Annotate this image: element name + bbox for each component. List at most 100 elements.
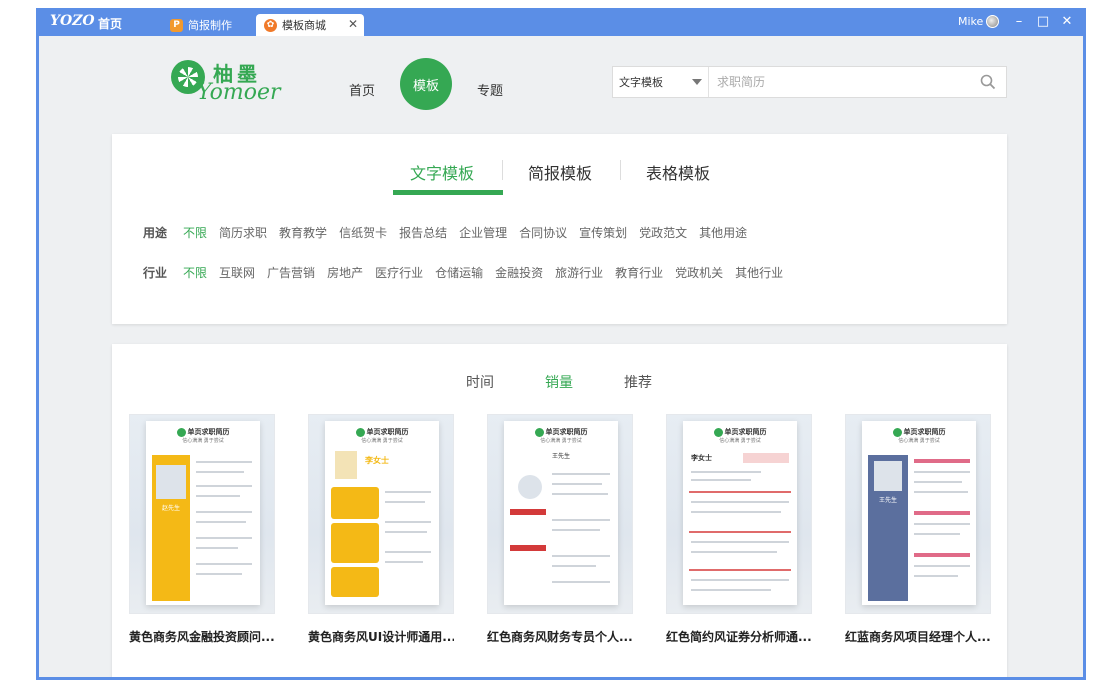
resume-sub: 信心满满 勇于尝试: [361, 438, 403, 444]
content-area: 柚墨 Yomoer 首页 模板 专题 文字模板 文字模板 简报模板: [39, 36, 1083, 677]
home-link[interactable]: 首页: [98, 15, 122, 32]
close-icon[interactable]: ✕: [348, 17, 358, 31]
resume-header: 单页求职简历: [683, 427, 797, 437]
template-title[interactable]: 红蓝商务风项目经理个人...: [845, 628, 991, 645]
usage-option[interactable]: 党政范文: [639, 224, 687, 241]
active-tab-indicator: [393, 190, 503, 195]
user-menu[interactable]: Mike: [958, 15, 1000, 28]
resume-photo: [518, 475, 542, 499]
sort-sales[interactable]: 销量: [545, 372, 573, 392]
usage-option[interactable]: 其他用途: [699, 224, 747, 241]
template-title[interactable]: 黄色商务风UI设计师通用...: [308, 628, 454, 645]
industry-option[interactable]: 互联网: [219, 264, 255, 281]
resume-header: 单页求职简历: [146, 427, 260, 437]
nav-home[interactable]: 首页: [349, 80, 375, 99]
template-title[interactable]: 黄色商务风金融投资顾问...: [129, 628, 275, 645]
tab-text-templates[interactable]: 文字模板: [410, 160, 474, 184]
usage-filter: 用途 不限 简历求职 教育教学 信纸贺卡 报告总结 企业管理 合同协议 宣传策划…: [143, 224, 759, 241]
industry-option[interactable]: 医疗行业: [375, 264, 423, 281]
template-thumbnail[interactable]: 单页求职简历 信心满满 勇于尝试 李女士: [666, 414, 812, 614]
resume-photo: [874, 461, 902, 491]
close-window-button[interactable]: ✕: [1056, 13, 1078, 31]
minimize-button[interactable]: –: [1008, 13, 1030, 31]
resume-name: 王先生: [551, 453, 570, 460]
resume-ribbon: [914, 511, 970, 515]
logo[interactable]: 柚墨 Yomoer: [171, 58, 291, 108]
usage-option[interactable]: 不限: [183, 224, 207, 241]
tab-brief[interactable]: P 简报制作: [162, 14, 252, 36]
template-card[interactable]: 单页求职简历 信心满满 勇于尝试 王先生: [845, 414, 991, 645]
sort-recommended[interactable]: 推荐: [624, 372, 652, 392]
template-card[interactable]: 单页求职简历 信心满满 勇于尝试 王先生: [487, 414, 633, 645]
title-bar: YOZO 首页 P 简报制作 ✿ 模板商城 ✕ Mike – □ ✕: [36, 8, 1086, 36]
usage-option[interactable]: 报告总结: [399, 224, 447, 241]
maximize-button[interactable]: □: [1032, 13, 1054, 31]
yomoer-mini-icon: [176, 427, 186, 437]
template-card[interactable]: 单页求职简历 信心满满 勇于尝试 赵先生 黄色商务风金融投资顾问...: [129, 414, 275, 645]
divider: [620, 160, 621, 180]
search-type-select[interactable]: 文字模板: [613, 67, 709, 97]
template-card[interactable]: 单页求职简历 信心满满 勇于尝试 李女士: [308, 414, 454, 645]
tab-label: 简报制作: [188, 19, 232, 32]
yomoer-mini-icon: [355, 427, 365, 437]
resume-preview: 单页求职简历 信心满满 勇于尝试 李女士: [683, 421, 797, 605]
industry-option[interactable]: 不限: [183, 264, 207, 281]
resume-ribbon: [510, 509, 546, 515]
template-thumbnail[interactable]: 单页求职简历 信心满满 勇于尝试 李女士: [308, 414, 454, 614]
filter-panel: 文字模板 简报模板 表格模板 用途 不限 简历求职 教育教学 信纸贺卡 报告总结…: [112, 134, 1007, 324]
industry-option[interactable]: 教育行业: [615, 264, 663, 281]
usage-option[interactable]: 教育教学: [279, 224, 327, 241]
tab-template-store[interactable]: ✿ 模板商城 ✕: [256, 14, 364, 36]
tab-sheet-templates[interactable]: 表格模板: [646, 160, 710, 184]
resume-ribbon: [914, 553, 970, 557]
resume-preview: 单页求职简历 信心满满 勇于尝试 李女士: [325, 421, 439, 605]
search-input[interactable]: [709, 67, 970, 97]
industry-option[interactable]: 金融投资: [495, 264, 543, 281]
resume-preview: 单页求职简历 信心满满 勇于尝试 赵先生: [146, 421, 260, 605]
avatar[interactable]: [986, 15, 1000, 28]
resume-sub: 信心满满 勇于尝试: [540, 438, 582, 444]
resume-photo: [156, 465, 186, 499]
search-button[interactable]: [970, 67, 1006, 97]
nav-templates[interactable]: 模板: [400, 58, 452, 110]
yomoer-icon: ✿: [264, 18, 277, 32]
template-list-panel: 时间 销量 推荐 单页求职简历 信心满满 勇于尝试 赵先生 黄色商务风金融投资顾…: [112, 344, 1007, 677]
industry-option[interactable]: 党政机关: [675, 264, 723, 281]
usage-option[interactable]: 企业管理: [459, 224, 507, 241]
template-thumbnail[interactable]: 单页求职简历 信心满满 勇于尝试 赵先生: [129, 414, 275, 614]
resume-header-text: 单页求职简历: [545, 428, 588, 436]
sort-time[interactable]: 时间: [466, 372, 494, 392]
usage-option[interactable]: 信纸贺卡: [339, 224, 387, 241]
resume-header: 单页求职简历: [504, 427, 618, 437]
template-card[interactable]: 单页求职简历 信心满满 勇于尝试 李女士: [666, 414, 812, 645]
usage-option[interactable]: 合同协议: [519, 224, 567, 241]
search-bar: 文字模板: [612, 66, 1007, 98]
logo-en: Yomoer: [197, 80, 281, 105]
resume-header: 单页求职简历: [325, 427, 439, 437]
industry-option[interactable]: 房地产: [327, 264, 363, 281]
resume-block: [331, 487, 379, 519]
resume-name: 赵先生: [161, 505, 180, 512]
industry-option[interactable]: 旅游行业: [555, 264, 603, 281]
yomoer-mini-icon: [713, 427, 723, 437]
industry-filter: 行业 不限 互联网 广告营销 房地产 医疗行业 仓储运输 金融投资 旅游行业 教…: [143, 264, 795, 281]
usage-option[interactable]: 简历求职: [219, 224, 267, 241]
yomoer-mini-icon: [892, 427, 902, 437]
template-title[interactable]: 红色商务风财务专员个人...: [487, 628, 633, 645]
resume-preview: 单页求职简历 信心满满 勇于尝试 王先生: [862, 421, 976, 605]
resume-ribbon: [510, 545, 546, 551]
template-thumbnail[interactable]: 单页求职简历 信心满满 勇于尝试 王先生: [845, 414, 991, 614]
resume-sub: 信心满满 勇于尝试: [719, 438, 761, 444]
resume-ribbon: [914, 459, 970, 463]
industry-option[interactable]: 仓储运输: [435, 264, 483, 281]
resume-banner: [743, 453, 789, 463]
tab-brief-templates[interactable]: 简报模板: [528, 160, 592, 184]
usage-option[interactable]: 宣传策划: [579, 224, 627, 241]
industry-option[interactable]: 其他行业: [735, 264, 783, 281]
template-thumbnail[interactable]: 单页求职简历 信心满满 勇于尝试 王先生: [487, 414, 633, 614]
p-icon: P: [170, 18, 183, 32]
search-type-value: 文字模板: [619, 76, 663, 89]
template-title[interactable]: 红色简约风证券分析师通...: [666, 628, 812, 645]
industry-option[interactable]: 广告营销: [267, 264, 315, 281]
nav-topics[interactable]: 专题: [477, 80, 503, 99]
